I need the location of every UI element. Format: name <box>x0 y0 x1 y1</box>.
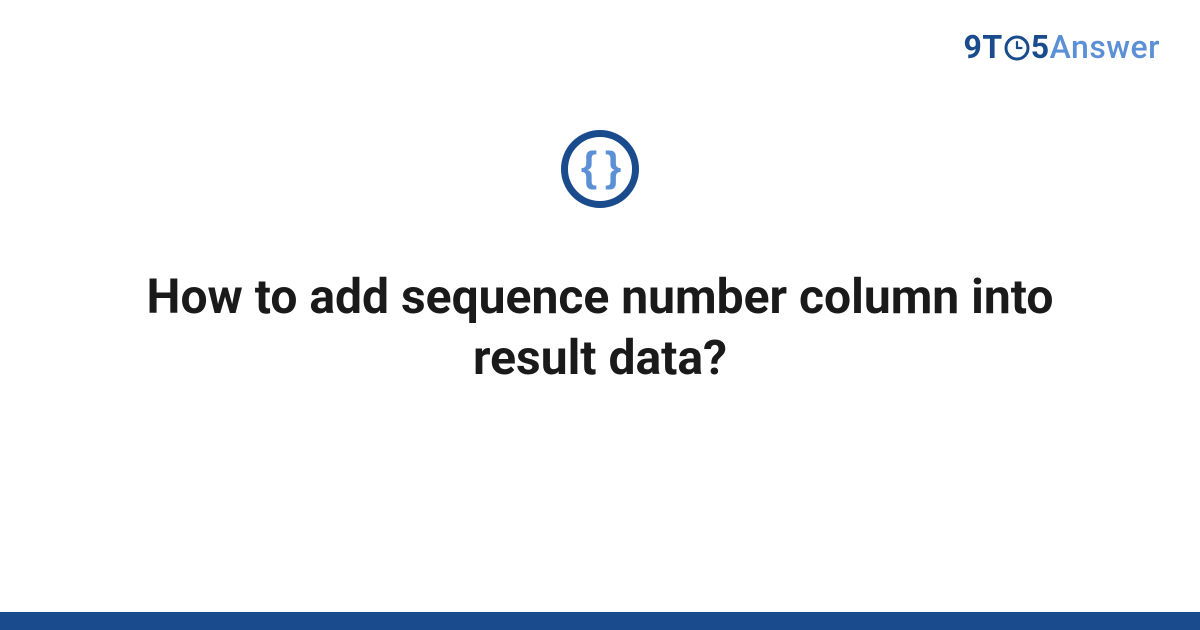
clock-icon <box>1004 35 1030 61</box>
brand-text-5: 5 <box>1031 28 1050 66</box>
brand-clock-icon <box>1004 35 1030 61</box>
main-content: { } How to add sequence number column in… <box>0 130 1200 389</box>
brand-text-9t: 9T <box>964 28 1003 66</box>
code-braces-icon: { } <box>581 146 619 188</box>
brand-text-answer: Answer <box>1050 28 1160 66</box>
footer-bar <box>0 612 1200 630</box>
question-title: How to add sequence number column into r… <box>120 266 1080 389</box>
site-brand: 9T 5 Answer <box>964 28 1160 66</box>
category-badge: { } <box>561 130 639 208</box>
